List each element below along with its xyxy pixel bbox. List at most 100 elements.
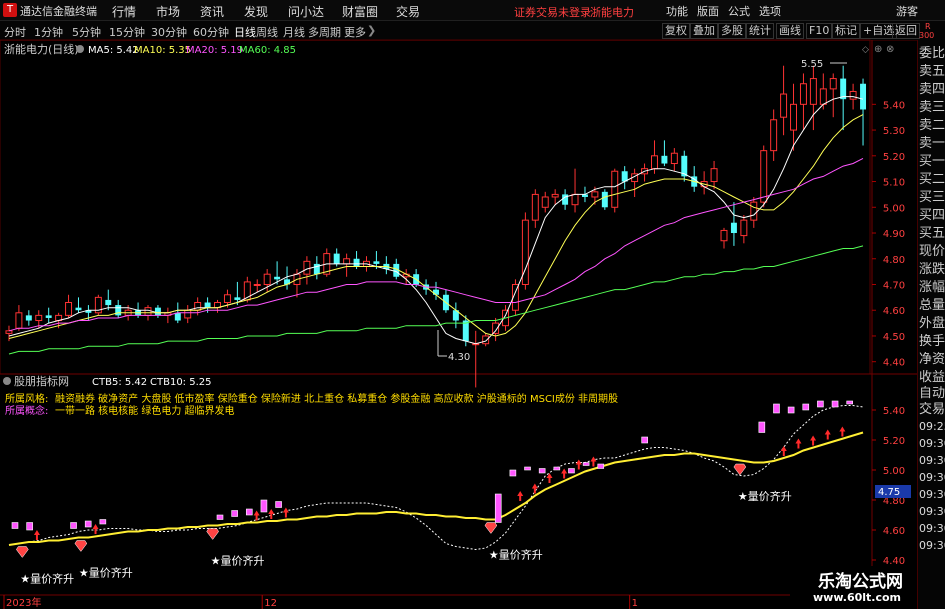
ctb-trend-line [8, 431, 864, 546]
signal-bar [231, 510, 238, 517]
candle-body-down [353, 258, 360, 267]
side-time: 09:30 [919, 522, 945, 535]
side-item-change[interactable]: 涨跌 [919, 262, 945, 278]
signal-bar [70, 522, 77, 529]
sub-y-tick-label: 5.00 [883, 466, 905, 477]
x-tick-label: 1 [632, 598, 638, 609]
side-item-ask2[interactable]: 卖二 [919, 118, 945, 134]
main-pane-title: 浙能电力(日线) [4, 42, 79, 56]
main-pane-frame [0, 39, 871, 375]
up-arrow-icon [517, 491, 524, 501]
side-item-outer[interactable]: 外盘 [919, 316, 945, 332]
signal-bar [758, 421, 766, 433]
candle-body-up [551, 193, 559, 198]
signal-bar [568, 468, 575, 474]
signal-bar [773, 403, 780, 414]
signal-bar [582, 462, 590, 466]
x-tick-label: 2023年 [6, 596, 41, 609]
up-arrow-icon [780, 446, 787, 456]
candle-body-up [482, 335, 490, 345]
concept-label: 所属概念: [5, 404, 48, 417]
pane-zoom-icon[interactable]: ⊕ [874, 44, 882, 55]
candle-body-up [799, 83, 807, 105]
subpane-settings-icon[interactable] [3, 377, 11, 385]
ma60-label: MA60: 4.85 [239, 45, 296, 56]
side-item-bid5[interactable]: 买五 [919, 226, 945, 242]
pane-diamond-icon[interactable]: ◇ [862, 45, 869, 55]
ctb5-label: CTB5: 5.42 [92, 377, 147, 388]
candle-body-up [65, 302, 73, 316]
side-item-ask3[interactable]: 卖三 [919, 100, 945, 116]
up-arrow-icon [810, 435, 817, 446]
signal-bar [216, 514, 224, 520]
y-tick-label: 5.20 [883, 152, 905, 163]
x-tick-label: 12 [264, 598, 277, 609]
indicator-subpane: ★量价齐升 ★量价齐升 ★量价齐升 ★量价齐升 ★量价齐升 [8, 400, 864, 586]
side-item-ask5[interactable]: 卖五 [919, 64, 945, 80]
main-y-axis: 4.40 4.50 4.60 4.70 4.80 4.90 5.00 5.10 5.20 5.30… [872, 100, 905, 369]
pane-close-icon[interactable]: ⊗ [886, 44, 894, 55]
candle-body-up [770, 119, 778, 152]
side-item-bid1[interactable]: 买一 [919, 154, 945, 170]
watermark-url: www.60lt.com [813, 591, 902, 604]
candle-body-down [730, 222, 737, 234]
candle-body-up [144, 307, 152, 316]
ma20-label: MA20: 5.19 [186, 45, 243, 56]
candle-body-up [760, 150, 768, 203]
high-price-label: 5.55 [801, 59, 823, 70]
candle-body-up [651, 155, 658, 170]
stock-chart[interactable]: 4.40 4.50 4.60 4.70 4.80 4.90 5.00 5.10 5.20 5.30… [0, 0, 945, 609]
side-item-price[interactable]: 现价 [919, 244, 945, 260]
candle-body-up [253, 283, 261, 286]
candle-body-up [710, 168, 718, 183]
side-item-auto[interactable]: 自动 [919, 386, 945, 402]
side-item-bid3[interactable]: 买三 [919, 190, 945, 206]
signal-bar [802, 403, 810, 411]
candle-body-up [15, 312, 23, 329]
pane-settings-icon[interactable] [76, 45, 84, 53]
candle-body-up [750, 201, 758, 221]
y-tick-label: 5.30 [883, 126, 905, 137]
candle-body-up [740, 219, 748, 237]
watermark-title: 乐淘公式网 [818, 572, 903, 592]
candle-body-up [263, 273, 271, 285]
up-arrow-icon [575, 459, 582, 470]
gem-icon [733, 463, 747, 476]
up-arrow-icon [795, 438, 802, 449]
side-item-ask1[interactable]: 卖一 [919, 136, 945, 152]
side-item-bid4[interactable]: 买四 [919, 208, 945, 224]
ma10-label: MA10: 5.35 [134, 45, 191, 56]
candle-body-down [601, 191, 608, 208]
side-item-bid2[interactable]: 买二 [919, 172, 945, 188]
candle-body-down [154, 307, 161, 316]
signal-label: ★量价齐升 [20, 572, 74, 586]
up-arrow-icon [33, 530, 40, 540]
side-time: 09:30 [919, 539, 945, 552]
candle-body-up [790, 103, 797, 131]
side-time: 09:30 [919, 437, 945, 450]
candle-body-down [105, 299, 112, 306]
side-item-volume[interactable]: 总量 [919, 298, 945, 314]
side-item-trade[interactable]: 交易 [919, 402, 945, 418]
sub-y-tick-label: 5.40 [883, 406, 905, 417]
signal-bar [11, 522, 19, 529]
signal-label: ★量价齐升 [738, 489, 792, 503]
side-item-turnover[interactable]: 换手 [919, 334, 945, 350]
signal-bar [509, 469, 517, 477]
side-item-bid-ratio[interactable]: 委比 [919, 46, 945, 62]
side-item-earnings[interactable]: 收益 [919, 370, 945, 386]
signal-bar [84, 520, 92, 528]
candlestick-series [5, 65, 867, 388]
side-item-ask4[interactable]: 卖四 [919, 82, 945, 98]
signal-bar [538, 468, 546, 474]
candle-body-down [274, 276, 281, 280]
up-arrow-icon [268, 509, 275, 519]
signal-bar [846, 400, 853, 405]
candle-body-up [720, 229, 728, 242]
side-item-net-assets[interactable]: 净资 [919, 352, 945, 368]
signal-label: ★量价齐升 [211, 554, 265, 568]
side-item-change-pct[interactable]: 涨幅 [919, 280, 945, 296]
side-time: 09:30 [919, 454, 945, 467]
candle-body-up [303, 260, 311, 275]
low-price-label: 4.30 [448, 352, 470, 363]
